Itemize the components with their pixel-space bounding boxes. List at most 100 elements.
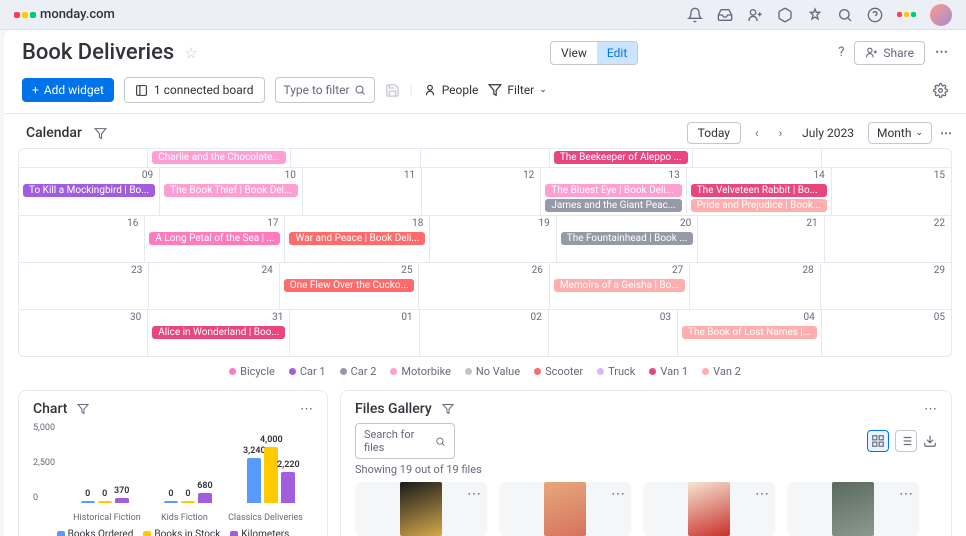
filter-icon[interactable] [442, 403, 454, 415]
calendar-cell[interactable] [19, 149, 148, 167]
more-menu-icon[interactable]: ⋯ [899, 486, 913, 502]
files-search-input[interactable]: Search for files [355, 423, 455, 459]
calendar-cell[interactable]: 09To Kill a Mockingbird | Bo... [19, 168, 160, 215]
inbox-icon[interactable] [717, 7, 733, 23]
calendar-cell[interactable]: 22 [825, 216, 951, 262]
avatar[interactable] [930, 4, 952, 26]
prev-month-button[interactable]: ‹ [749, 124, 765, 142]
more-menu-icon[interactable]: ⋯ [935, 45, 948, 60]
file-card[interactable]: ⋯ [499, 482, 631, 536]
bar[interactable]: 0 [164, 501, 178, 503]
brand-logo[interactable]: monday.com [14, 7, 115, 22]
bar[interactable]: 680 [198, 493, 212, 503]
calendar-event[interactable]: The Velveteen Rabbit | Bo... [691, 184, 827, 197]
search-icon[interactable] [837, 7, 853, 23]
calendar-cell[interactable]: 17A Long Petal of the Sea | ... [145, 216, 285, 262]
save-icon[interactable] [385, 83, 400, 98]
calendar-cell[interactable] [291, 149, 420, 167]
marketplace-icon[interactable] [807, 7, 823, 23]
filter-icon[interactable] [77, 403, 89, 415]
calendar-cell[interactable]: 02 [420, 310, 549, 356]
calendar-cell[interactable]: 20The Fountainhead | Book ... [557, 216, 698, 262]
calendar-cell[interactable]: The Beekeeper of Aleppo ... [550, 149, 693, 167]
bar[interactable]: 2,220 [281, 472, 295, 503]
calendar-event[interactable]: Alice in Wonderland | Boo... [152, 326, 285, 339]
calendar-event[interactable]: Pride and Prejudice | Book... [691, 199, 827, 212]
people-button[interactable]: People [423, 83, 479, 97]
calendar-cell[interactable]: 21 [698, 216, 824, 262]
calendar-cell[interactable] [822, 149, 951, 167]
calendar-cell[interactable]: 15 [832, 168, 951, 215]
calendar-cell[interactable]: 26 [419, 263, 549, 309]
calendar-cell[interactable]: 23 [19, 263, 149, 309]
bar[interactable]: 0 [181, 501, 195, 503]
calendar-cell[interactable]: 14The Velveteen Rabbit | Bo...Pride and … [687, 168, 832, 215]
file-card[interactable]: ⋯ [787, 482, 919, 536]
calendar-event[interactable]: The Fountainhead | Book ... [561, 232, 693, 245]
more-menu-icon[interactable]: ⋯ [924, 402, 937, 417]
filter-icon[interactable] [94, 127, 107, 140]
bar[interactable]: 3,240 [247, 458, 261, 503]
calendar-cell[interactable]: 04The Book of Lost Names |... [678, 310, 822, 356]
calendar-event[interactable]: The Book Thief | Book Del... [164, 184, 298, 197]
calendar-cell[interactable] [693, 149, 822, 167]
calendar-event[interactable]: To Kill a Mockingbird | Bo... [23, 184, 155, 197]
filter-button[interactable]: Filter ⌄ [488, 83, 546, 97]
apps-icon[interactable] [777, 7, 793, 23]
grid-view-button[interactable] [867, 430, 889, 452]
filter-input[interactable]: Type to filter [275, 77, 375, 103]
file-card[interactable]: ⋯ [643, 482, 775, 536]
calendar-cell[interactable]: 25One Flew Over the Cucko... [280, 263, 420, 309]
calendar-cell[interactable]: 10The Book Thief | Book Del... [160, 168, 303, 215]
connected-boards-button[interactable]: 1 connected board [124, 77, 265, 103]
calendar-event[interactable]: The Bluest Eye | Book Deli... [545, 184, 681, 197]
calendar-cell[interactable]: 30 [19, 310, 148, 356]
today-button[interactable]: Today [687, 122, 741, 144]
share-button[interactable]: Share [854, 41, 925, 65]
bell-icon[interactable] [687, 7, 703, 23]
calendar-cell[interactable]: 19 [430, 216, 556, 262]
calendar-cell[interactable]: 31Alice in Wonderland | Boo... [148, 310, 290, 356]
invite-icon[interactable] [747, 7, 763, 23]
calendar-cell[interactable]: 24 [149, 263, 279, 309]
calendar-cell[interactable]: 12 [422, 168, 541, 215]
more-menu-icon[interactable]: ⋯ [300, 402, 313, 417]
calendar-event[interactable]: A Long Petal of the Sea | ... [149, 232, 280, 245]
calendar-event[interactable]: War and Peace | Book Deli... [289, 232, 425, 245]
view-mode-button[interactable]: View [551, 42, 597, 64]
calendar-cell[interactable]: 29 [821, 263, 951, 309]
calendar-event[interactable]: Charlie and the Chocolate... [152, 151, 286, 164]
more-menu-icon[interactable]: ⋯ [940, 126, 952, 140]
bar[interactable]: 370 [115, 498, 129, 503]
help-icon[interactable]: ? [838, 45, 844, 60]
file-card[interactable]: ⋯ [355, 482, 487, 536]
calendar-cell[interactable]: 16 [19, 216, 145, 262]
gear-icon[interactable] [933, 83, 948, 98]
help-icon[interactable] [867, 7, 883, 23]
more-menu-icon[interactable]: ⋯ [755, 486, 769, 502]
calendar-cell[interactable]: 03 [549, 310, 678, 356]
more-menu-icon[interactable]: ⋯ [611, 486, 625, 502]
calendar-event[interactable]: The Beekeeper of Aleppo ... [554, 151, 688, 164]
calendar-cell[interactable] [421, 149, 550, 167]
add-widget-button[interactable]: + Add widget [22, 78, 114, 102]
list-view-button[interactable] [895, 430, 917, 452]
edit-mode-button[interactable]: Edit [597, 42, 637, 64]
calendar-event[interactable]: James and the Giant Peac... [545, 199, 681, 212]
calendar-event[interactable]: Memoirs of a Geisha | Bo... [554, 279, 685, 292]
bar[interactable]: 4,000 [264, 447, 278, 503]
product-switcher-icon[interactable] [897, 12, 916, 17]
calendar-cell[interactable]: 28 [690, 263, 820, 309]
star-icon[interactable]: ☆ [184, 44, 197, 62]
calendar-event[interactable]: One Flew Over the Cucko... [284, 279, 415, 292]
calendar-cell[interactable]: 27Memoirs of a Geisha | Bo... [550, 263, 690, 309]
bar[interactable]: 0 [81, 501, 95, 503]
calendar-cell[interactable]: 05 [822, 310, 951, 356]
next-month-button[interactable]: › [773, 124, 789, 142]
calendar-cell[interactable]: 13The Bluest Eye | Book Deli...James and… [541, 168, 686, 215]
calendar-cell[interactable]: 01 [290, 310, 419, 356]
calendar-cell[interactable]: 11 [303, 168, 422, 215]
view-range-select[interactable]: Month ⌄ [868, 122, 932, 144]
calendar-cell[interactable]: Charlie and the Chocolate... [148, 149, 291, 167]
calendar-event[interactable]: The Book of Lost Names |... [682, 326, 817, 339]
